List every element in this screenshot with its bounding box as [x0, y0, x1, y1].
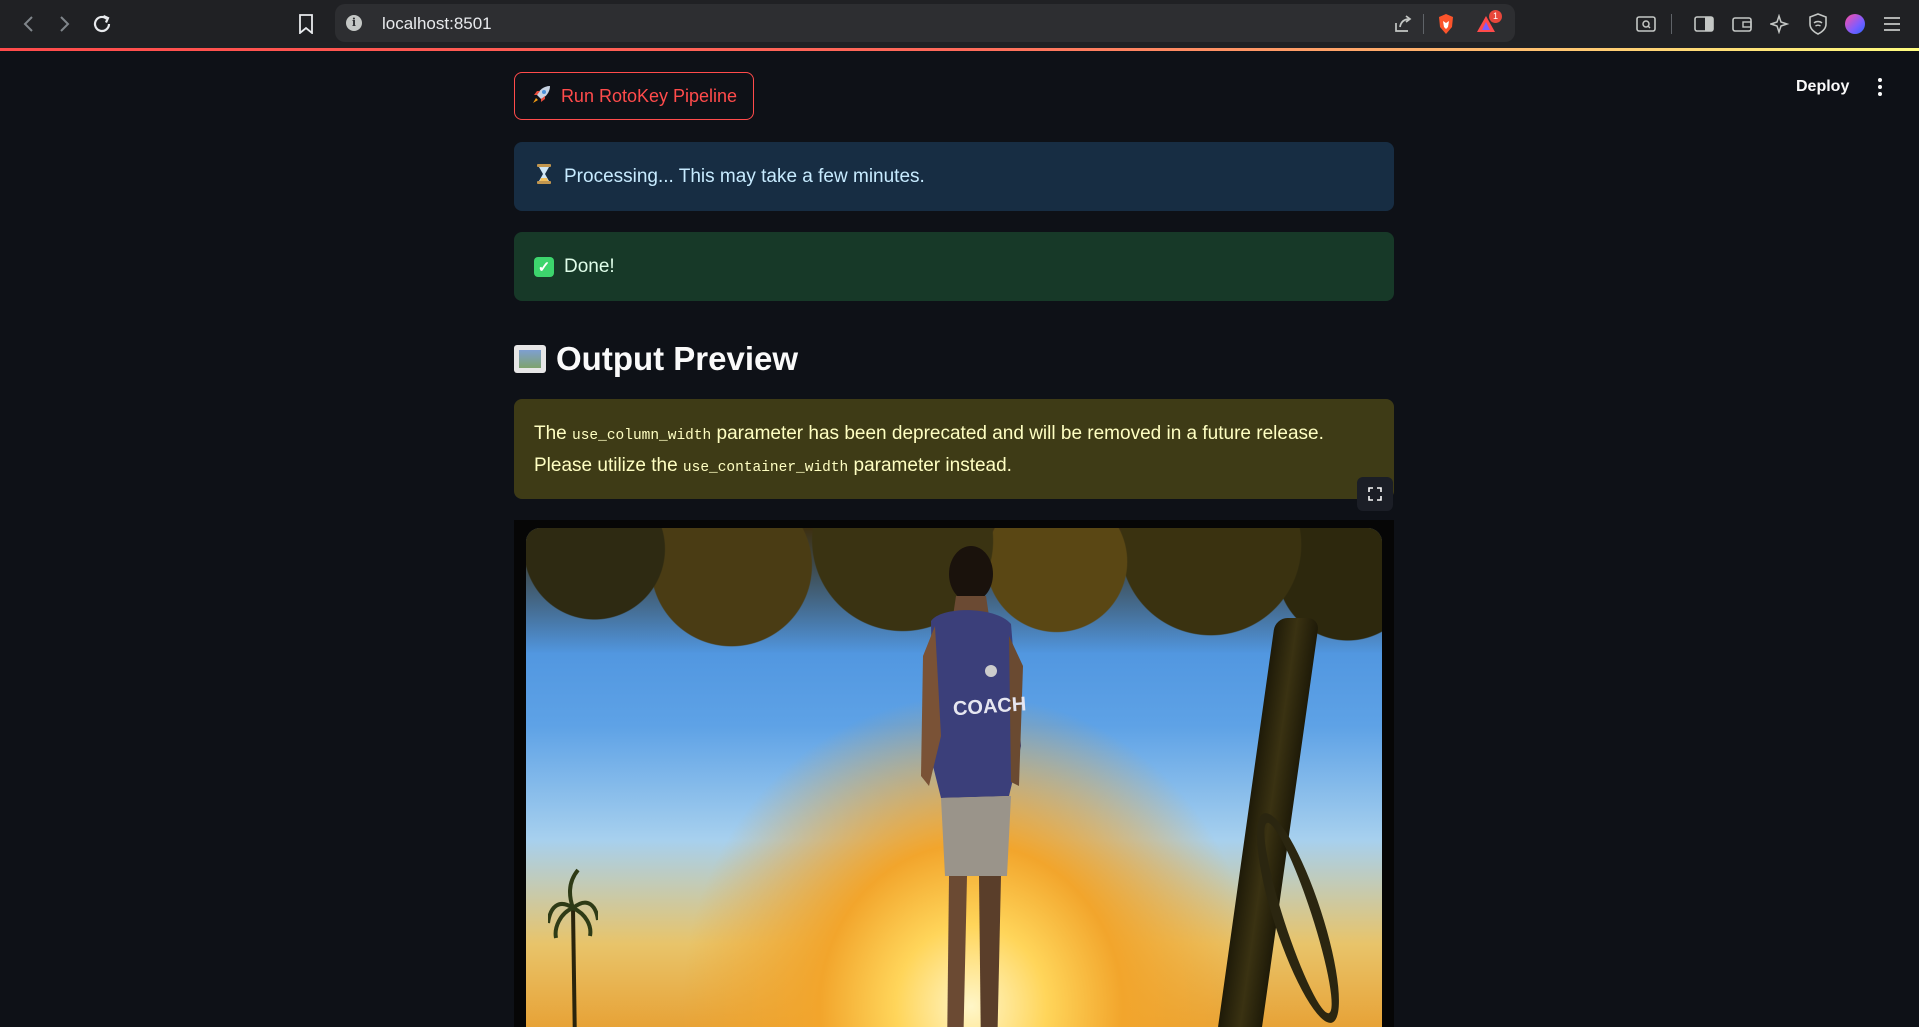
framed-picture-icon	[514, 345, 546, 373]
preview-photo: COACH	[526, 528, 1382, 1027]
leo-ai-icon[interactable]	[1768, 12, 1792, 36]
wallet-icon[interactable]	[1730, 12, 1754, 36]
site-info-icon[interactable]: i	[346, 15, 362, 31]
run-pipeline-label: Run RotoKey Pipeline	[560, 85, 738, 106]
divider	[1423, 14, 1424, 34]
main-menu-icon[interactable]	[1868, 73, 1892, 101]
warning-alert: The use_column_width parameter has been …	[514, 399, 1394, 499]
output-preview-image: COACH	[514, 520, 1394, 1027]
fullscreen-button[interactable]	[1357, 477, 1393, 511]
section-heading-text: Output Preview	[556, 340, 799, 377]
deploy-button[interactable]: Deploy	[1782, 74, 1863, 100]
profile-avatar-icon[interactable]	[1843, 12, 1867, 36]
notification-badge: 1	[1489, 10, 1502, 23]
warning-text-3: parameter instead.	[848, 455, 1012, 476]
success-alert: ✓ Done!	[514, 232, 1394, 301]
run-pipeline-button[interactable]: Run RotoKey Pipeline	[514, 72, 754, 120]
divider	[1671, 14, 1672, 34]
share-icon[interactable]	[1392, 13, 1414, 35]
person-figure: COACH	[921, 546, 1027, 1027]
bookmark-icon[interactable]	[292, 10, 320, 38]
menu-icon[interactable]	[1880, 12, 1904, 36]
expand-icon	[1368, 487, 1382, 501]
tab-search-icon[interactable]	[1634, 12, 1658, 36]
section-heading: Output Preview	[514, 334, 798, 384]
warning-text-1: The	[534, 423, 573, 444]
warning-code-1: use_column_width	[572, 428, 712, 444]
page-loading-bar	[0, 48, 1919, 51]
brave-rewards-icon[interactable]: 1	[1475, 10, 1502, 35]
vpn-icon[interactable]	[1806, 12, 1830, 36]
check-mark-icon: ✓	[534, 256, 554, 277]
browser-toolbar: i localhost:8501 1	[0, 0, 1919, 49]
success-alert-text: Done!	[564, 255, 615, 277]
url-text[interactable]: localhost:8501	[382, 14, 492, 34]
brave-shields-icon[interactable]	[1435, 13, 1457, 35]
warning-code-2: use_container_width	[682, 460, 849, 476]
address-bar[interactable]: i localhost:8501 1	[335, 4, 1515, 42]
reload-icon[interactable]	[88, 10, 116, 38]
info-alert: Processing... This may take a few minute…	[514, 142, 1394, 211]
sidebar-icon[interactable]	[1692, 12, 1716, 36]
info-alert-text: Processing... This may take a few minute…	[564, 165, 925, 187]
rocket-icon	[531, 83, 553, 110]
forward-icon[interactable]	[51, 10, 79, 38]
hourglass-icon	[534, 163, 554, 191]
back-icon[interactable]	[14, 10, 42, 38]
